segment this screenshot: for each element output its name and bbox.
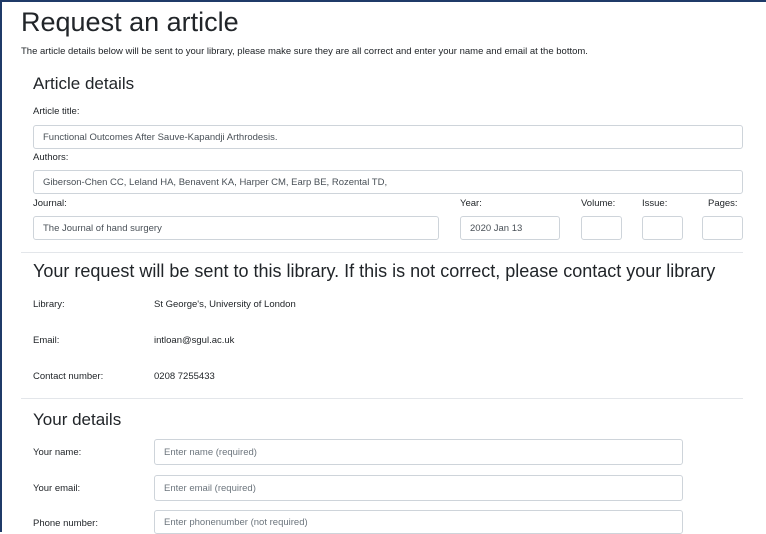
contact-number-label: Contact number: (33, 371, 104, 382)
authors-field[interactable]: Giberson-Chen CC, Leland HA, Benavent KA… (33, 170, 743, 194)
journal-field[interactable]: The Journal of hand surgery (33, 216, 439, 240)
article-details-heading: Article details (33, 74, 135, 93)
your-email-input[interactable]: Enter email (required) (154, 475, 683, 501)
authors-label: Authors: (33, 152, 69, 163)
year-field[interactable]: 2020 Jan 13 (460, 216, 560, 240)
journal-label: Journal: (33, 198, 67, 209)
phone-number-label: Phone number: (33, 518, 98, 529)
volume-label: Volume: (581, 198, 616, 209)
year-label: Year: (460, 198, 482, 209)
your-name-input[interactable]: Enter name (required) (154, 439, 683, 465)
page-title: Request an article (21, 7, 239, 37)
your-name-label: Your name: (33, 447, 82, 458)
issue-label: Issue: (642, 198, 668, 209)
article-title-label: Article title: (33, 106, 80, 117)
pages-field[interactable] (702, 216, 743, 240)
section-divider (21, 252, 743, 253)
phone-number-input[interactable]: Enter phonenumber (not required) (154, 510, 683, 534)
library-email-label: Email: (33, 335, 60, 346)
your-email-label: Your email: (33, 483, 81, 494)
library-label: Library: (33, 299, 65, 310)
pages-label: Pages: (708, 198, 738, 209)
page-intro: The article details below will be sent t… (21, 46, 588, 57)
request-article-panel: Request an article The article details b… (0, 0, 766, 534)
volume-field[interactable] (581, 216, 622, 240)
contact-number-value: 0208 7255433 (154, 371, 215, 382)
article-title-field[interactable]: Functional Outcomes After Sauve-Kapandji… (33, 125, 743, 149)
library-email-value: intloan@sgul.ac.uk (154, 335, 235, 346)
library-value: St George's, University of London (154, 299, 296, 310)
your-details-heading: Your details (33, 410, 122, 429)
issue-field[interactable] (642, 216, 683, 240)
section-divider (21, 398, 743, 399)
library-heading: Your request will be sent to this librar… (33, 261, 716, 281)
